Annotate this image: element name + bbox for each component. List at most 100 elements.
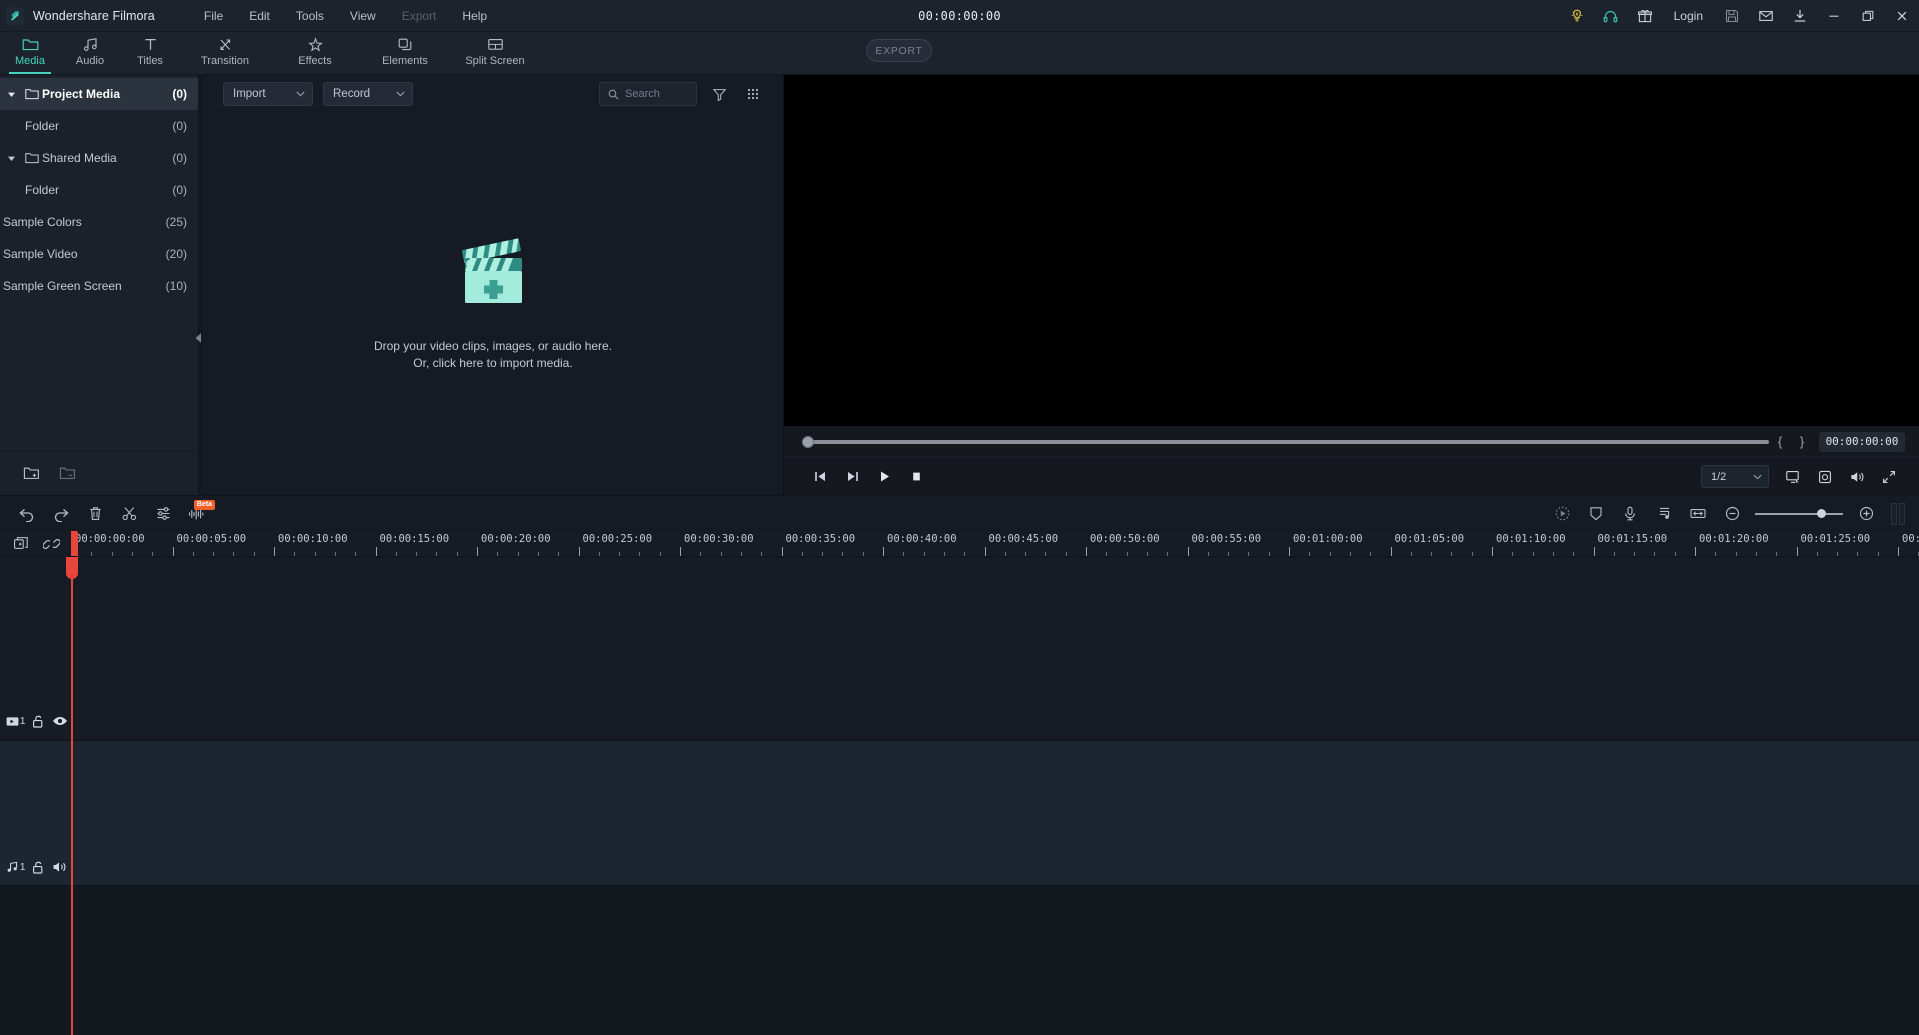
unlock-icon[interactable] <box>27 856 48 878</box>
tab-media[interactable]: Media <box>0 31 60 74</box>
add-folder-icon[interactable] <box>18 461 44 487</box>
mark-out-button[interactable]: } <box>1791 434 1813 449</box>
tips-button[interactable] <box>1560 0 1594 32</box>
sidebar-item-project-folder[interactable]: Folder (0) <box>0 110 198 142</box>
mark-in-button[interactable]: { <box>1769 434 1791 449</box>
marker-icon[interactable] <box>1891 502 1911 525</box>
search-input[interactable]: Search <box>599 82 697 106</box>
zoom-slider-handle[interactable] <box>1817 509 1826 518</box>
login-button[interactable]: Login <box>1662 0 1715 32</box>
link-clip-icon[interactable] <box>40 533 62 555</box>
gift-button[interactable] <box>1628 0 1662 32</box>
video-track-lane[interactable] <box>71 557 1919 740</box>
play-icon[interactable] <box>868 462 900 492</box>
export-button[interactable]: EXPORT <box>866 39 932 62</box>
menu-item-tools[interactable]: Tools <box>283 0 337 32</box>
maximize-button[interactable] <box>1851 0 1885 32</box>
support-button[interactable] <box>1594 0 1628 32</box>
sidebar-item-shared-media[interactable]: Shared Media (0) <box>0 142 198 174</box>
playhead-ruler-head[interactable] <box>71 531 78 556</box>
menu-item-help[interactable]: Help <box>449 0 500 32</box>
ruler-tick-minor <box>1776 552 1778 556</box>
menu-item-edit[interactable]: Edit <box>236 0 283 32</box>
preview-timecode[interactable]: 00:00:00:00 <box>1819 431 1905 452</box>
timeline-empty-area[interactable] <box>0 886 1919 1035</box>
filter-funnel-icon[interactable] <box>707 82 731 106</box>
grid-view-icon[interactable] <box>741 82 765 106</box>
detach-audio-icon[interactable] <box>1647 499 1681 529</box>
chevron-down-icon <box>296 91 305 97</box>
remove-folder-icon[interactable] <box>54 461 80 487</box>
download-button[interactable] <box>1783 0 1817 32</box>
sidebar-item-sample-video[interactable]: Sample Video (20) <box>0 238 198 270</box>
ruler-tick-minor <box>1268 552 1270 556</box>
volume-icon[interactable] <box>1841 462 1873 492</box>
timeline-ruler-head <box>0 531 71 556</box>
record-dropdown[interactable]: Record <box>323 82 413 106</box>
audio-track-lane[interactable] <box>71 741 1919 885</box>
panel-divider[interactable] <box>195 75 203 495</box>
undo-icon[interactable] <box>10 499 44 529</box>
previous-frame-icon[interactable] <box>804 462 836 492</box>
sidebar-item-sample-green-screen[interactable]: Sample Green Screen (10) <box>0 270 198 302</box>
ruler-label: 00:00:05:00 <box>176 533 247 545</box>
media-drop-area[interactable]: Drop your video clips, images, or audio … <box>203 113 783 495</box>
mail-button[interactable] <box>1749 0 1783 32</box>
menu-item-file[interactable]: File <box>191 0 236 32</box>
stop-icon[interactable] <box>900 462 932 492</box>
adjust-sliders-icon[interactable] <box>146 499 180 529</box>
fullscreen-icon[interactable] <box>1873 462 1905 492</box>
tab-elements[interactable]: Elements <box>360 31 450 74</box>
ruler-tick-minor <box>1451 552 1453 556</box>
display-mode-icon[interactable] <box>1777 462 1809 492</box>
sidebar-item-sample-colors[interactable]: Sample Colors (25) <box>0 206 198 238</box>
voiceover-mic-icon[interactable] <box>1613 499 1647 529</box>
tab-audio[interactable]: Audio <box>60 31 120 74</box>
close-button[interactable] <box>1885 0 1919 32</box>
scrubber-handle[interactable] <box>802 435 814 448</box>
marker-bar-right <box>1899 502 1905 525</box>
tab-split-screen[interactable]: Split Screen <box>450 31 540 74</box>
fit-timeline-icon[interactable] <box>1681 499 1715 529</box>
timeline-zoom-slider[interactable] <box>1755 504 1843 524</box>
unlock-icon[interactable] <box>27 710 48 732</box>
tab-transition[interactable]: Transition <box>180 31 270 74</box>
chevron-down-icon[interactable] <box>0 154 22 163</box>
video-track-1[interactable]: 1 <box>0 557 1919 741</box>
cut-scissors-icon[interactable] <box>112 499 146 529</box>
import-dropdown[interactable]: Import <box>223 82 313 106</box>
timeline-ruler[interactable]: 00:00:00:00 00:00:05:00 00:00:10:00 00:00:1… <box>71 531 1919 556</box>
snapshot-camera-icon[interactable] <box>1809 462 1841 492</box>
sidebar-item-project-media[interactable]: Project Media (0) <box>0 78 198 110</box>
audio-track-1[interactable]: 1 <box>0 741 1919 886</box>
sidebar-item-shared-folder[interactable]: Folder (0) <box>0 174 198 206</box>
menu-item-view[interactable]: View <box>337 0 389 32</box>
zoom-in-icon[interactable] <box>1849 499 1883 529</box>
media-library-sidebar: Project Media (0) Folder (0) Shared Medi… <box>0 75 199 495</box>
ruler-tick-minor <box>862 552 864 556</box>
audio-beat-icon[interactable]: Beta <box>180 499 215 529</box>
zoom-out-icon[interactable] <box>1715 499 1749 529</box>
crop-mask-icon[interactable] <box>1579 499 1613 529</box>
minimize-button[interactable] <box>1817 0 1851 32</box>
ruler-tick-major <box>274 547 275 556</box>
beta-badge: Beta <box>193 499 215 510</box>
gift-icon <box>1637 10 1652 23</box>
save-button[interactable] <box>1715 0 1749 32</box>
redo-icon[interactable] <box>44 499 78 529</box>
collapse-panel-icon[interactable] <box>193 325 203 351</box>
eye-icon[interactable] <box>50 710 71 732</box>
tab-effects[interactable]: Effects <box>270 31 360 74</box>
sidebar-count: (25) <box>165 215 187 229</box>
speed-icon[interactable] <box>1545 499 1579 529</box>
speaker-icon[interactable] <box>50 856 71 878</box>
delete-trash-icon[interactable] <box>78 499 112 529</box>
marker-bar-left <box>1891 502 1897 525</box>
preview-canvas[interactable] <box>784 75 1919 426</box>
next-frame-icon[interactable] <box>836 462 868 492</box>
add-track-icon[interactable] <box>10 533 32 555</box>
scrubber-track[interactable] <box>802 435 1769 448</box>
chevron-down-icon[interactable] <box>0 90 22 99</box>
preview-quality-dropdown[interactable]: 1/2 <box>1701 465 1769 488</box>
tab-titles[interactable]: Titles <box>120 31 180 74</box>
